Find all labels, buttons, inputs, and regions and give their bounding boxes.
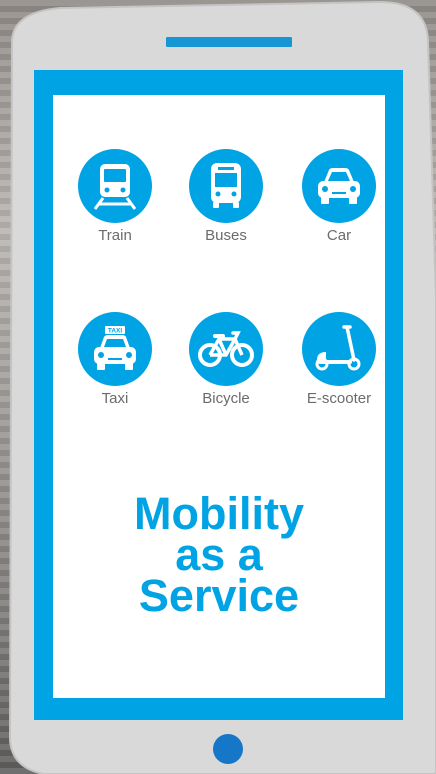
mode-label: Taxi [101,390,129,407]
taxi-badge: TAXI [108,328,123,335]
mode-tile-taxi[interactable]: TAXI Taxi [65,312,165,407]
mode-label: Bicycle [202,390,250,407]
mode-label: Buses [205,227,247,244]
mode-label: Car [326,227,352,244]
mode-tile-buses[interactable]: Buses [176,149,276,244]
taxi-icon: TAXI [78,312,152,386]
bus-icon [189,149,263,223]
headline-title: Mobility as a Service [53,488,385,621]
car-icon [302,149,376,223]
train-icon [78,149,152,223]
home-button[interactable] [213,734,243,764]
mode-label: Train [98,227,132,244]
headline-line-1: Mobility [134,488,304,539]
phone-speaker [166,37,292,47]
mode-label: E-scooter [306,390,372,407]
e-scooter-icon [302,312,376,386]
mode-tile-train[interactable]: Train [65,149,165,244]
mode-tile-bicycle[interactable]: Bicycle [176,312,276,407]
headline-line-3: Service [138,570,300,621]
bicycle-icon [189,312,263,386]
headline-line-2: as a [175,529,263,580]
mode-tile-car[interactable]: Car [289,149,389,244]
mode-tile-e-scooter[interactable]: E-scooter [289,312,389,407]
